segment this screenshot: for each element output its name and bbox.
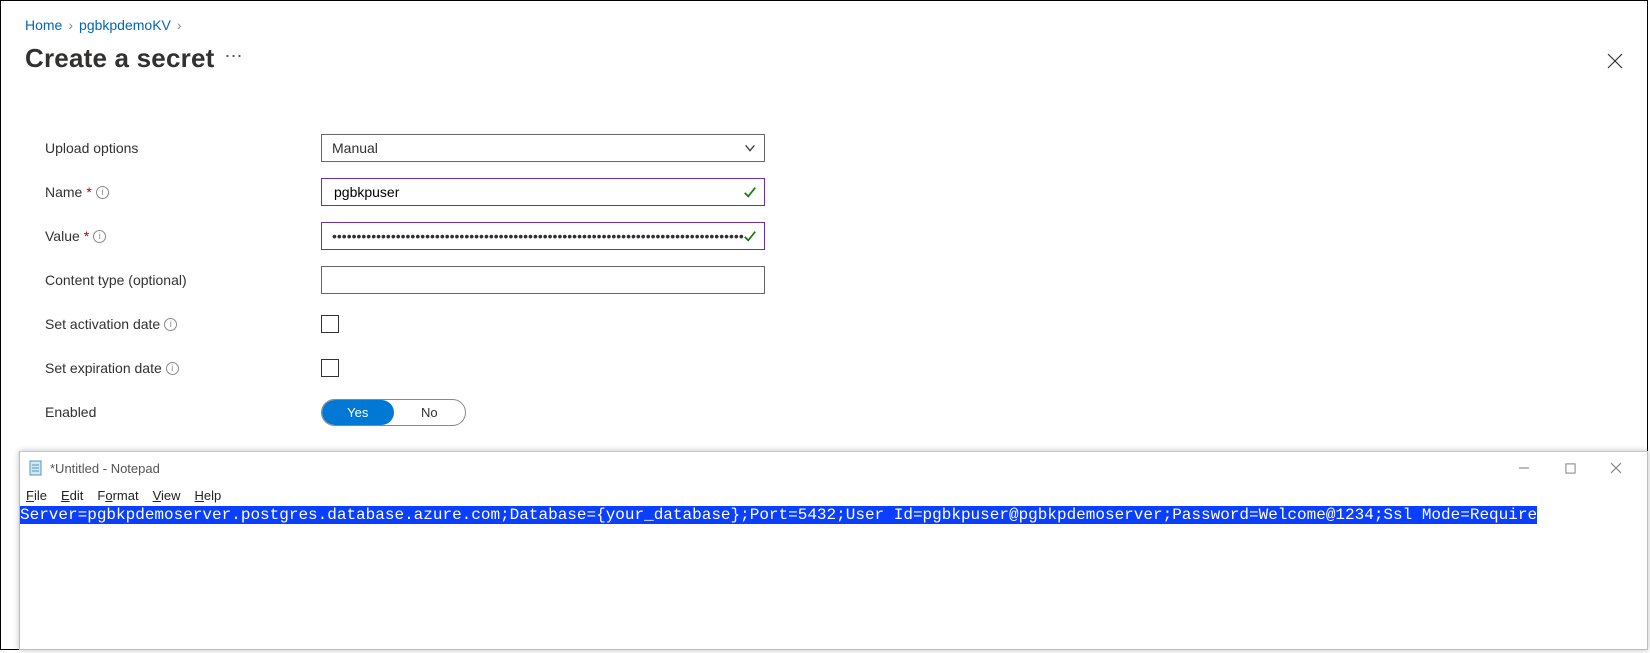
enabled-label: Enabled bbox=[45, 404, 321, 420]
name-label: Name * i bbox=[45, 184, 321, 200]
content-type-input-field[interactable] bbox=[332, 271, 754, 289]
notepad-app-icon bbox=[28, 460, 44, 476]
page-title: Create a secret bbox=[25, 43, 214, 74]
close-icon bbox=[1607, 53, 1623, 69]
more-actions-button[interactable]: ⋯ bbox=[224, 46, 244, 71]
value-input[interactable]: ••••••••••••••••••••••••••••••••••••••••… bbox=[321, 222, 765, 250]
menu-file[interactable]: File bbox=[26, 488, 47, 503]
notepad-menubar: File Edit Format View Help bbox=[20, 484, 1647, 506]
minimize-icon bbox=[1518, 462, 1530, 474]
enabled-toggle-yes[interactable]: Yes bbox=[322, 400, 394, 425]
notepad-selected-text: Server=pgbkpdemoserver.postgres.database… bbox=[20, 506, 1537, 524]
close-window-button[interactable] bbox=[1593, 453, 1639, 483]
value-input-masked: ••••••••••••••••••••••••••••••••••••••••… bbox=[332, 228, 744, 244]
info-icon[interactable]: i bbox=[166, 362, 179, 375]
expiration-date-label: Set expiration date i bbox=[45, 360, 321, 376]
activation-date-label: Set activation date i bbox=[45, 316, 321, 332]
breadcrumb-home[interactable]: Home bbox=[25, 17, 62, 33]
chevron-down-icon bbox=[743, 141, 757, 155]
notepad-title: *Untitled - Notepad bbox=[50, 461, 160, 476]
breadcrumb-keyvault[interactable]: pgbkpdemoKV bbox=[79, 17, 171, 33]
upload-options-select[interactable]: Manual bbox=[321, 134, 765, 162]
valid-check-icon bbox=[743, 185, 757, 199]
menu-help[interactable]: Help bbox=[195, 488, 222, 503]
enabled-toggle-no[interactable]: No bbox=[394, 400, 466, 425]
close-blade-button[interactable] bbox=[1601, 47, 1629, 75]
notepad-titlebar[interactable]: *Untitled - Notepad bbox=[20, 452, 1647, 484]
menu-format[interactable]: Format bbox=[97, 488, 138, 503]
info-icon[interactable]: i bbox=[96, 186, 109, 199]
enabled-toggle[interactable]: Yes No bbox=[321, 399, 466, 426]
breadcrumb-sep: › bbox=[177, 17, 182, 33]
valid-check-icon bbox=[743, 229, 757, 243]
content-type-label: Content type (optional) bbox=[45, 272, 321, 288]
maximize-button[interactable] bbox=[1547, 453, 1593, 483]
maximize-icon bbox=[1565, 463, 1576, 474]
required-asterisk: * bbox=[84, 228, 89, 244]
required-asterisk: * bbox=[86, 184, 91, 200]
activation-date-checkbox[interactable] bbox=[321, 315, 339, 333]
notepad-textarea[interactable]: Server=pgbkpdemoserver.postgres.database… bbox=[20, 506, 1647, 649]
upload-options-value: Manual bbox=[332, 140, 378, 156]
notepad-window: *Untitled - Notepad File Edit Format Vie… bbox=[19, 451, 1648, 650]
content-type-input[interactable] bbox=[321, 266, 765, 294]
expiration-date-checkbox[interactable] bbox=[321, 359, 339, 377]
name-input[interactable] bbox=[321, 178, 765, 206]
close-icon bbox=[1610, 462, 1622, 474]
value-label: Value * i bbox=[45, 228, 321, 244]
menu-edit[interactable]: Edit bbox=[61, 488, 83, 503]
info-icon[interactable]: i bbox=[93, 230, 106, 243]
info-icon[interactable]: i bbox=[164, 318, 177, 331]
breadcrumb-sep: › bbox=[68, 17, 73, 33]
breadcrumb: Home › pgbkpdemoKV › bbox=[25, 11, 1627, 39]
minimize-button[interactable] bbox=[1501, 453, 1547, 483]
menu-view[interactable]: View bbox=[153, 488, 181, 503]
name-input-field[interactable] bbox=[332, 183, 754, 201]
upload-options-label: Upload options bbox=[45, 140, 321, 156]
